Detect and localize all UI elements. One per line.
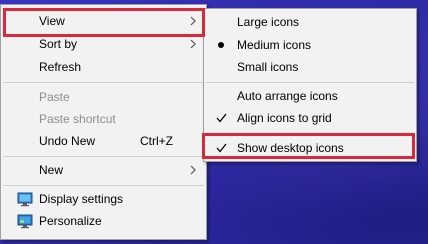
menu-item-label: New (39, 163, 64, 177)
display-settings-icon (17, 192, 33, 207)
chevron-right-icon (190, 16, 196, 26)
menu-item-view[interactable]: View (3, 10, 204, 32)
submenu-item-label: Align icons to grid (237, 111, 332, 125)
view-submenu: Large icons Medium icons Small icons Aut… (203, 8, 417, 162)
menu-separator (3, 185, 204, 186)
menu-item-label: Personalize (39, 214, 102, 228)
submenu-item-large-icons[interactable]: Large icons (206, 11, 414, 33)
submenu-item-label: Small icons (237, 60, 299, 74)
checkmark-icon (216, 113, 227, 123)
menu-separator (3, 82, 204, 83)
menu-item-personalize[interactable]: Personalize (3, 210, 204, 232)
submenu-item-label: Show desktop icons (237, 141, 344, 155)
submenu-item-align-icons-to-grid[interactable]: Align icons to grid (206, 107, 414, 129)
menu-item-shortcut: Ctrl+Z (140, 134, 173, 148)
radio-bullet-icon (218, 42, 224, 48)
menu-separator (206, 82, 414, 83)
submenu-item-auto-arrange-icons[interactable]: Auto arrange icons (206, 85, 414, 107)
submenu-item-label: Medium icons (237, 38, 312, 52)
menu-item-label: Refresh (39, 60, 82, 74)
menu-item-sort-by[interactable]: Sort by (3, 33, 204, 55)
menu-item-undo-new[interactable]: Undo New Ctrl+Z (3, 130, 204, 152)
menu-separator (3, 156, 204, 157)
menu-item-display-settings[interactable]: Display settings (3, 188, 204, 210)
submenu-item-small-icons[interactable]: Small icons (206, 56, 414, 78)
menu-item-label: Undo New (39, 134, 96, 148)
submenu-item-show-desktop-icons[interactable]: Show desktop icons (206, 137, 414, 159)
menu-item-paste[interactable]: Paste (3, 86, 204, 108)
menu-item-paste-shortcut[interactable]: Paste shortcut (3, 108, 204, 130)
desktop-context-menu: View Sort by Refresh Paste Paste shortcu… (0, 4, 207, 240)
chevron-right-icon (190, 165, 196, 175)
menu-item-new[interactable]: New (3, 159, 204, 181)
menu-item-label: Sort by (39, 37, 78, 51)
menu-item-label: Display settings (39, 192, 124, 206)
submenu-item-label: Auto arrange icons (237, 89, 338, 103)
menu-item-label: Paste (39, 90, 70, 104)
checkmark-icon (216, 143, 227, 153)
menu-item-label: View (39, 14, 65, 28)
submenu-item-medium-icons[interactable]: Medium icons (206, 34, 414, 56)
menu-item-label: Paste shortcut (39, 112, 116, 126)
menu-item-refresh[interactable]: Refresh (3, 56, 204, 78)
personalize-icon (17, 214, 33, 229)
submenu-item-label: Large icons (237, 15, 300, 29)
chevron-right-icon (190, 39, 196, 49)
